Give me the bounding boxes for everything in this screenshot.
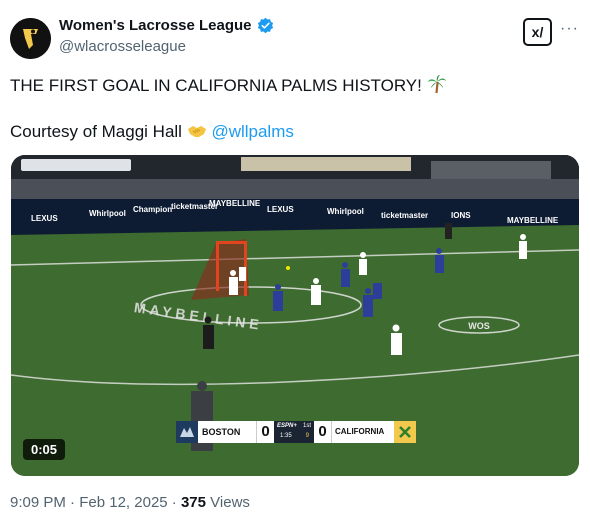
post-text-line1: THE FIRST GOAL IN CALIFORNIA PALMS HISTO… (10, 74, 447, 96)
sponsor-board-6: Whirlpool (327, 207, 364, 216)
away-team-logo-icon (394, 421, 416, 443)
views-count: 375 (180, 494, 206, 511)
video-player[interactable]: LEXUS Whirlpool Champion ticketmaster MA… (11, 155, 579, 476)
period-label: 1st (302, 423, 311, 429)
sponsor-board-8: IONS (451, 211, 471, 220)
more-options-button[interactable]: ··· (560, 20, 579, 38)
video-duration: 0:05 (23, 439, 66, 460)
sponsor-board-9: MAYBELLINE (507, 216, 559, 225)
mention-link[interactable]: @wllpalms (211, 122, 293, 141)
sponsor-board-0: LEXUS (31, 214, 58, 223)
time-separator: · (65, 494, 80, 511)
game-clock: 1:35 (280, 433, 292, 439)
grok-button[interactable]: x/ (523, 18, 552, 46)
handshake-icon (187, 126, 206, 137)
shot-clock: 9 (305, 433, 309, 439)
tweet-header: Women's Lacrosse League @wlacrosseleague… (10, 14, 580, 62)
wll-logo-icon (10, 18, 51, 59)
game-clock-box: ESPN+ 1st 1:35 9 (274, 421, 314, 443)
sponsor-board-1: Whirlpool (89, 209, 126, 218)
post-text-line2: Courtesy of Maggi Hall @wllpalms (10, 122, 294, 142)
field-circle-logo: WOS (468, 321, 490, 331)
post-date[interactable]: Feb 12, 2025 (79, 494, 167, 511)
away-team-name: CALIFORNIA (332, 421, 394, 443)
home-team-score: 0 (256, 421, 274, 443)
author-handle[interactable]: @wlacrosseleague (59, 38, 186, 55)
home-team-name: BOSTON (198, 421, 256, 443)
sponsor-board-5: LEXUS (267, 205, 294, 214)
sponsor-board-4: MAYBELLINE (209, 199, 261, 208)
post-credit: Courtesy of Maggi Hall (10, 122, 182, 141)
home-team-logo-icon (176, 421, 198, 443)
date-separator: · (167, 494, 181, 511)
author-name-row: Women's Lacrosse League (59, 17, 274, 34)
author-avatar[interactable] (10, 18, 51, 59)
away-team-score: 0 (314, 421, 332, 443)
post-time[interactable]: 9:09 PM (10, 494, 66, 511)
network-label: ESPN+ (277, 423, 297, 429)
palm-tree-icon (427, 75, 446, 94)
author-display-name[interactable]: Women's Lacrosse League (59, 17, 252, 34)
views-label: Views (210, 494, 250, 511)
verified-badge-icon (257, 17, 273, 34)
tweet-footer: 9:09 PM · Feb 12, 2025 · 375 Views (10, 494, 250, 511)
sponsor-board-2: Champion (133, 205, 172, 214)
scorebug: BOSTON 0 ESPN+ 1st 1:35 9 0 CALIFORNIA (176, 421, 416, 443)
post-headline: THE FIRST GOAL IN CALIFORNIA PALMS HISTO… (10, 76, 422, 95)
sponsor-board-7: ticketmaster (381, 211, 428, 220)
